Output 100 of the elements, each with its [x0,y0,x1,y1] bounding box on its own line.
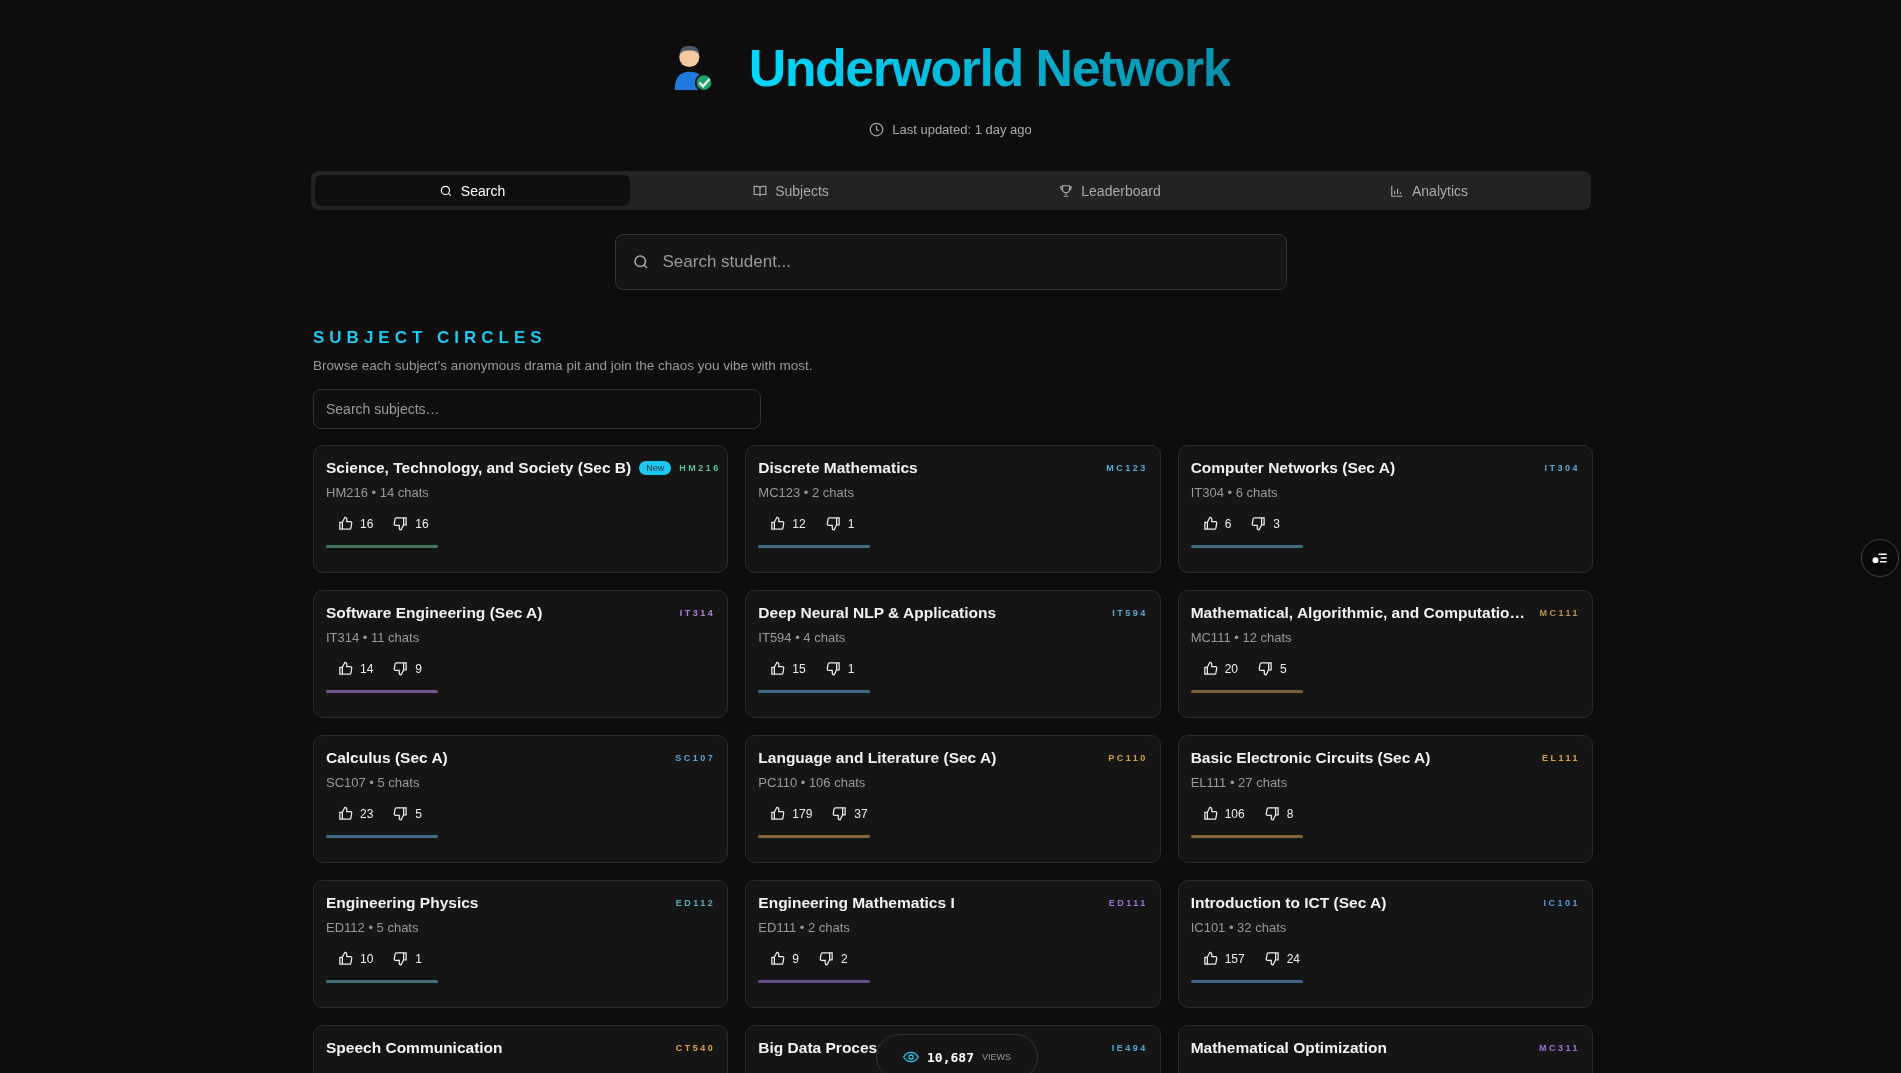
like-button[interactable]: 12 [770,516,806,531]
subject-card[interactable]: Mathematical Optimization MC311 [1177,1025,1593,1073]
thumbs-up-icon [338,951,353,966]
thumbs-down-icon [393,806,409,821]
subject-code: CT540 [675,1043,716,1053]
subject-code: IT314 [679,608,716,618]
tab[interactable]: Leaderboard [952,175,1268,206]
dislike-button[interactable]: 1 [825,661,855,676]
like-button[interactable]: 9 [770,951,799,966]
subject-title: Computer Networks (Sec A) [1190,459,1396,477]
like-button[interactable]: 106 [1202,806,1245,821]
like-button[interactable]: 157 [1202,951,1245,966]
dislike-button[interactable]: 16 [393,516,429,531]
student-search-field[interactable]: Search student... [614,234,1287,290]
subject-card[interactable]: Software Engineering (Sec A) IT314 IT314 • 11 chats 14 9 [313,590,729,718]
like-button[interactable]: 16 [338,516,374,531]
subject-title: Introduction to ICT (Sec A) [1190,894,1387,912]
like-button[interactable]: 14 [338,661,374,676]
thumbs-down-icon [393,951,409,966]
subject-card[interactable]: Mathematical, Algorithmic, and Computatio… MC111 MC111 • 12 chats 20 5 [1177,590,1593,718]
dislike-button[interactable]: 2 [819,951,848,966]
subject-code: MC123 [1106,463,1148,473]
subject-meta: HM216 • 14 chats [326,485,430,500]
dislike-button[interactable]: 9 [393,661,423,676]
like-button[interactable]: 179 [770,806,813,821]
thumbs-down-icon [1251,516,1267,531]
subject-meta: IC101 • 32 chats [1190,920,1288,935]
thumbs-down-icon [825,516,841,531]
subject-card[interactable]: Speech Communication CT540 [313,1025,729,1073]
dislike-button[interactable]: 8 [1264,806,1294,821]
subject-title: Speech Communication [326,1039,503,1057]
thumbs-down-icon [393,661,409,676]
subject-meta: IT314 • 11 chats [326,630,421,645]
subject-meta: MC111 • 12 chats [1190,630,1293,645]
search-icon [631,253,650,271]
dislike-button[interactable]: 37 [832,806,868,821]
tab[interactable]: Subjects [633,175,949,206]
subject-card[interactable]: Discrete Mathematics MC123 MC123 • 2 chats 12 1 [745,445,1161,573]
dislike-button[interactable]: 5 [393,806,423,821]
dislike-button[interactable]: 1 [825,516,855,531]
like-button[interactable]: 10 [338,951,374,966]
tab[interactable]: Analytics [1271,175,1587,206]
subject-card[interactable]: Science, Technology, and Society (Sec B) New HM216 HM216 • 14 chats 16 16 [313,445,729,573]
subject-title: Big Data Proces [758,1039,878,1057]
subject-code: MC311 [1538,1043,1580,1053]
subject-search-field[interactable]: Search subjects… [313,389,761,429]
subject-card[interactable]: Language and Literature (Sec A) PC110 PC110 • 106 chats 179 37 [745,735,1161,863]
like-button[interactable]: 20 [1202,661,1238,676]
subject-card[interactable]: Calculus (Sec A) SC107 SC107 • 5 chats 23 5 [313,735,729,863]
subject-title: Calculus (Sec A) [326,749,448,767]
subject-card[interactable]: Basic Electronic Circuits (Sec A) EL111 EL111 • 27 chats 106 8 [1177,735,1593,863]
dislike-button[interactable]: 3 [1251,516,1281,531]
subject-code: IT304 [1544,463,1580,473]
trophy-icon [1059,183,1074,198]
last-updated-text: Last updated: 1 day ago [892,122,1032,137]
subject-card[interactable]: Engineering Mathematics I ED111 ED111 • 2 chats 9 2 [745,880,1161,1008]
accessibility-button[interactable] [1861,539,1899,577]
thumbs-up-icon [1202,516,1218,531]
subject-meta: IT304 • 6 chats [1190,485,1279,500]
subject-code: MC111 [1539,608,1580,618]
dislike-button[interactable]: 5 [1258,661,1287,676]
subject-card[interactable]: Computer Networks (Sec A) IT304 IT304 • 6 chats 6 3 [1177,445,1593,573]
tab[interactable]: Search [314,175,630,206]
subject-card[interactable]: Engineering Physics ED112 ED112 • 5 chats 10 1 [313,880,729,1008]
thumbs-up-icon [338,806,353,821]
thumbs-up-icon [770,951,786,966]
thumbs-down-icon [825,661,841,676]
thumbs-down-icon [819,951,834,966]
thumbs-down-icon [1258,661,1273,676]
dislike-button[interactable]: 24 [1264,951,1301,966]
subject-code: ED112 [675,898,716,908]
subject-card[interactable]: Introduction to ICT (Sec A) IC101 IC101 • 32 chats 157 24 [1177,880,1593,1008]
subject-code: ED111 [1108,898,1148,908]
subject-title: Language and Literature (Sec A) [758,749,997,767]
subject-code: IC101 [1543,898,1580,908]
thumbs-down-icon [1264,806,1280,821]
subject-code: IT594 [1112,608,1148,618]
subject-title: Deep Neural NLP & Applications [758,604,997,622]
like-button[interactable]: 23 [338,806,374,821]
thumbs-down-icon [1264,951,1280,966]
like-button[interactable]: 6 [1202,516,1232,531]
subject-code: EL111 [1541,753,1580,763]
dislike-button[interactable]: 1 [393,951,423,966]
like-button[interactable]: 15 [770,661,806,676]
subject-meta: MC123 • 2 chats [758,485,855,500]
subject-code: SC107 [675,753,716,763]
subject-title: Engineering Physics [326,894,479,912]
thumbs-up-icon [770,661,786,676]
subject-card[interactable]: Deep Neural NLP & Applications IT594 IT594 • 4 chats 15 1 [745,590,1161,718]
subject-meta: IT594 • 4 chats [758,630,847,645]
thumbs-up-icon [770,516,786,531]
new-badge: New [639,461,672,475]
subject-title: Mathematical Optimization [1190,1039,1388,1057]
subject-title: Software Engineering (Sec A) [326,604,543,622]
section-subtitle: Browse each subject’s anonymous drama pit and join the chaos you vibe with most. [313,358,813,373]
eye-icon [903,1049,919,1065]
subject-meta: EL111 • 27 chats [1190,775,1289,790]
thumbs-up-icon [1202,661,1218,676]
subject-title: Science, Technology, and Society (Sec B) [326,459,632,477]
thumbs-up-icon [770,806,786,821]
